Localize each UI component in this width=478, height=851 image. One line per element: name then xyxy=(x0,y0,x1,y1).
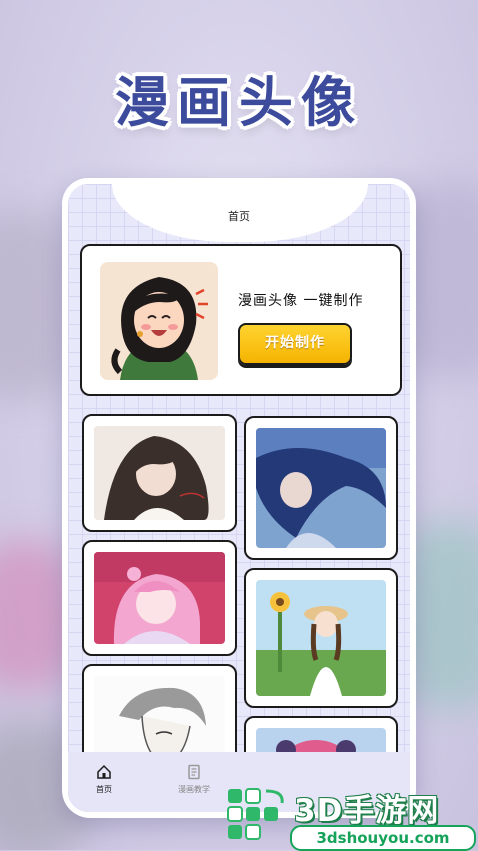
gallery-card-3[interactable] xyxy=(82,540,237,656)
watermark-logo-icon xyxy=(227,788,284,840)
tab-tutorial-label: 漫画教学 xyxy=(178,785,210,794)
hero-avatar-image xyxy=(100,262,218,380)
watermark-url: 3dshouyou.com xyxy=(290,825,476,851)
tab-home[interactable]: 首页 xyxy=(74,764,134,795)
gallery-card-2[interactable] xyxy=(244,416,398,560)
gallery-image-2 xyxy=(256,428,386,548)
home-icon xyxy=(96,764,112,780)
start-create-button[interactable]: 开始制作 xyxy=(238,323,352,365)
gallery-card-1[interactable] xyxy=(82,414,237,532)
tab-tutorial[interactable]: 漫画教学 xyxy=(164,764,224,795)
gallery-image-4 xyxy=(256,580,386,696)
promo-headline: 漫画头像 xyxy=(115,71,363,134)
site-watermark: 3D手游网 3dshouyou.com xyxy=(222,785,478,851)
phone-frame: 首页 漫画头像 一键制作 开始制作 首页 漫画教学 xyxy=(62,178,416,818)
watermark-brand: 3D手游网 xyxy=(294,793,440,829)
tab-home-label: 首页 xyxy=(96,785,112,794)
page-title: 首页 xyxy=(228,210,250,223)
gallery-image-1 xyxy=(94,426,225,520)
book-icon xyxy=(186,764,202,780)
app-screen: 首页 漫画头像 一键制作 开始制作 首页 漫画教学 xyxy=(68,184,410,812)
gallery-card-4[interactable] xyxy=(244,568,398,708)
gallery-image-3 xyxy=(94,552,225,644)
hero-card: 漫画头像 一键制作 开始制作 xyxy=(80,244,402,396)
hero-tagline: 漫画头像 一键制作 xyxy=(238,293,364,309)
